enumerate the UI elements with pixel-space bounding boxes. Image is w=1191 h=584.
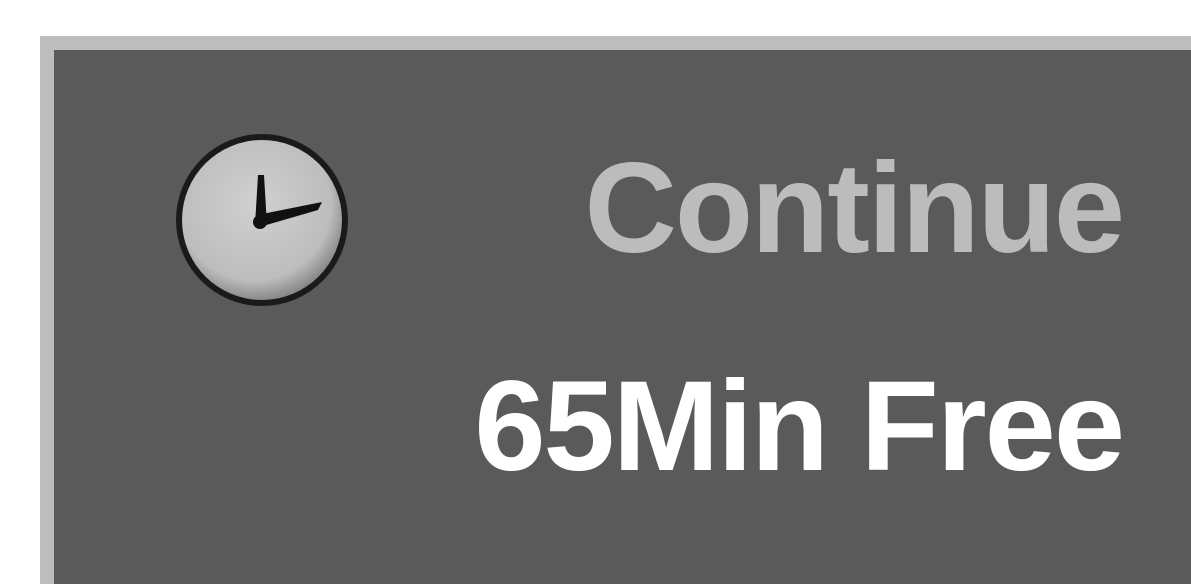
status-label: Continue — [584, 137, 1125, 280]
remaining-time-label: 65Min Free — [474, 355, 1125, 498]
recording-status-panel: Continue 65Min Free — [40, 36, 1191, 584]
clock-icon — [176, 134, 348, 306]
